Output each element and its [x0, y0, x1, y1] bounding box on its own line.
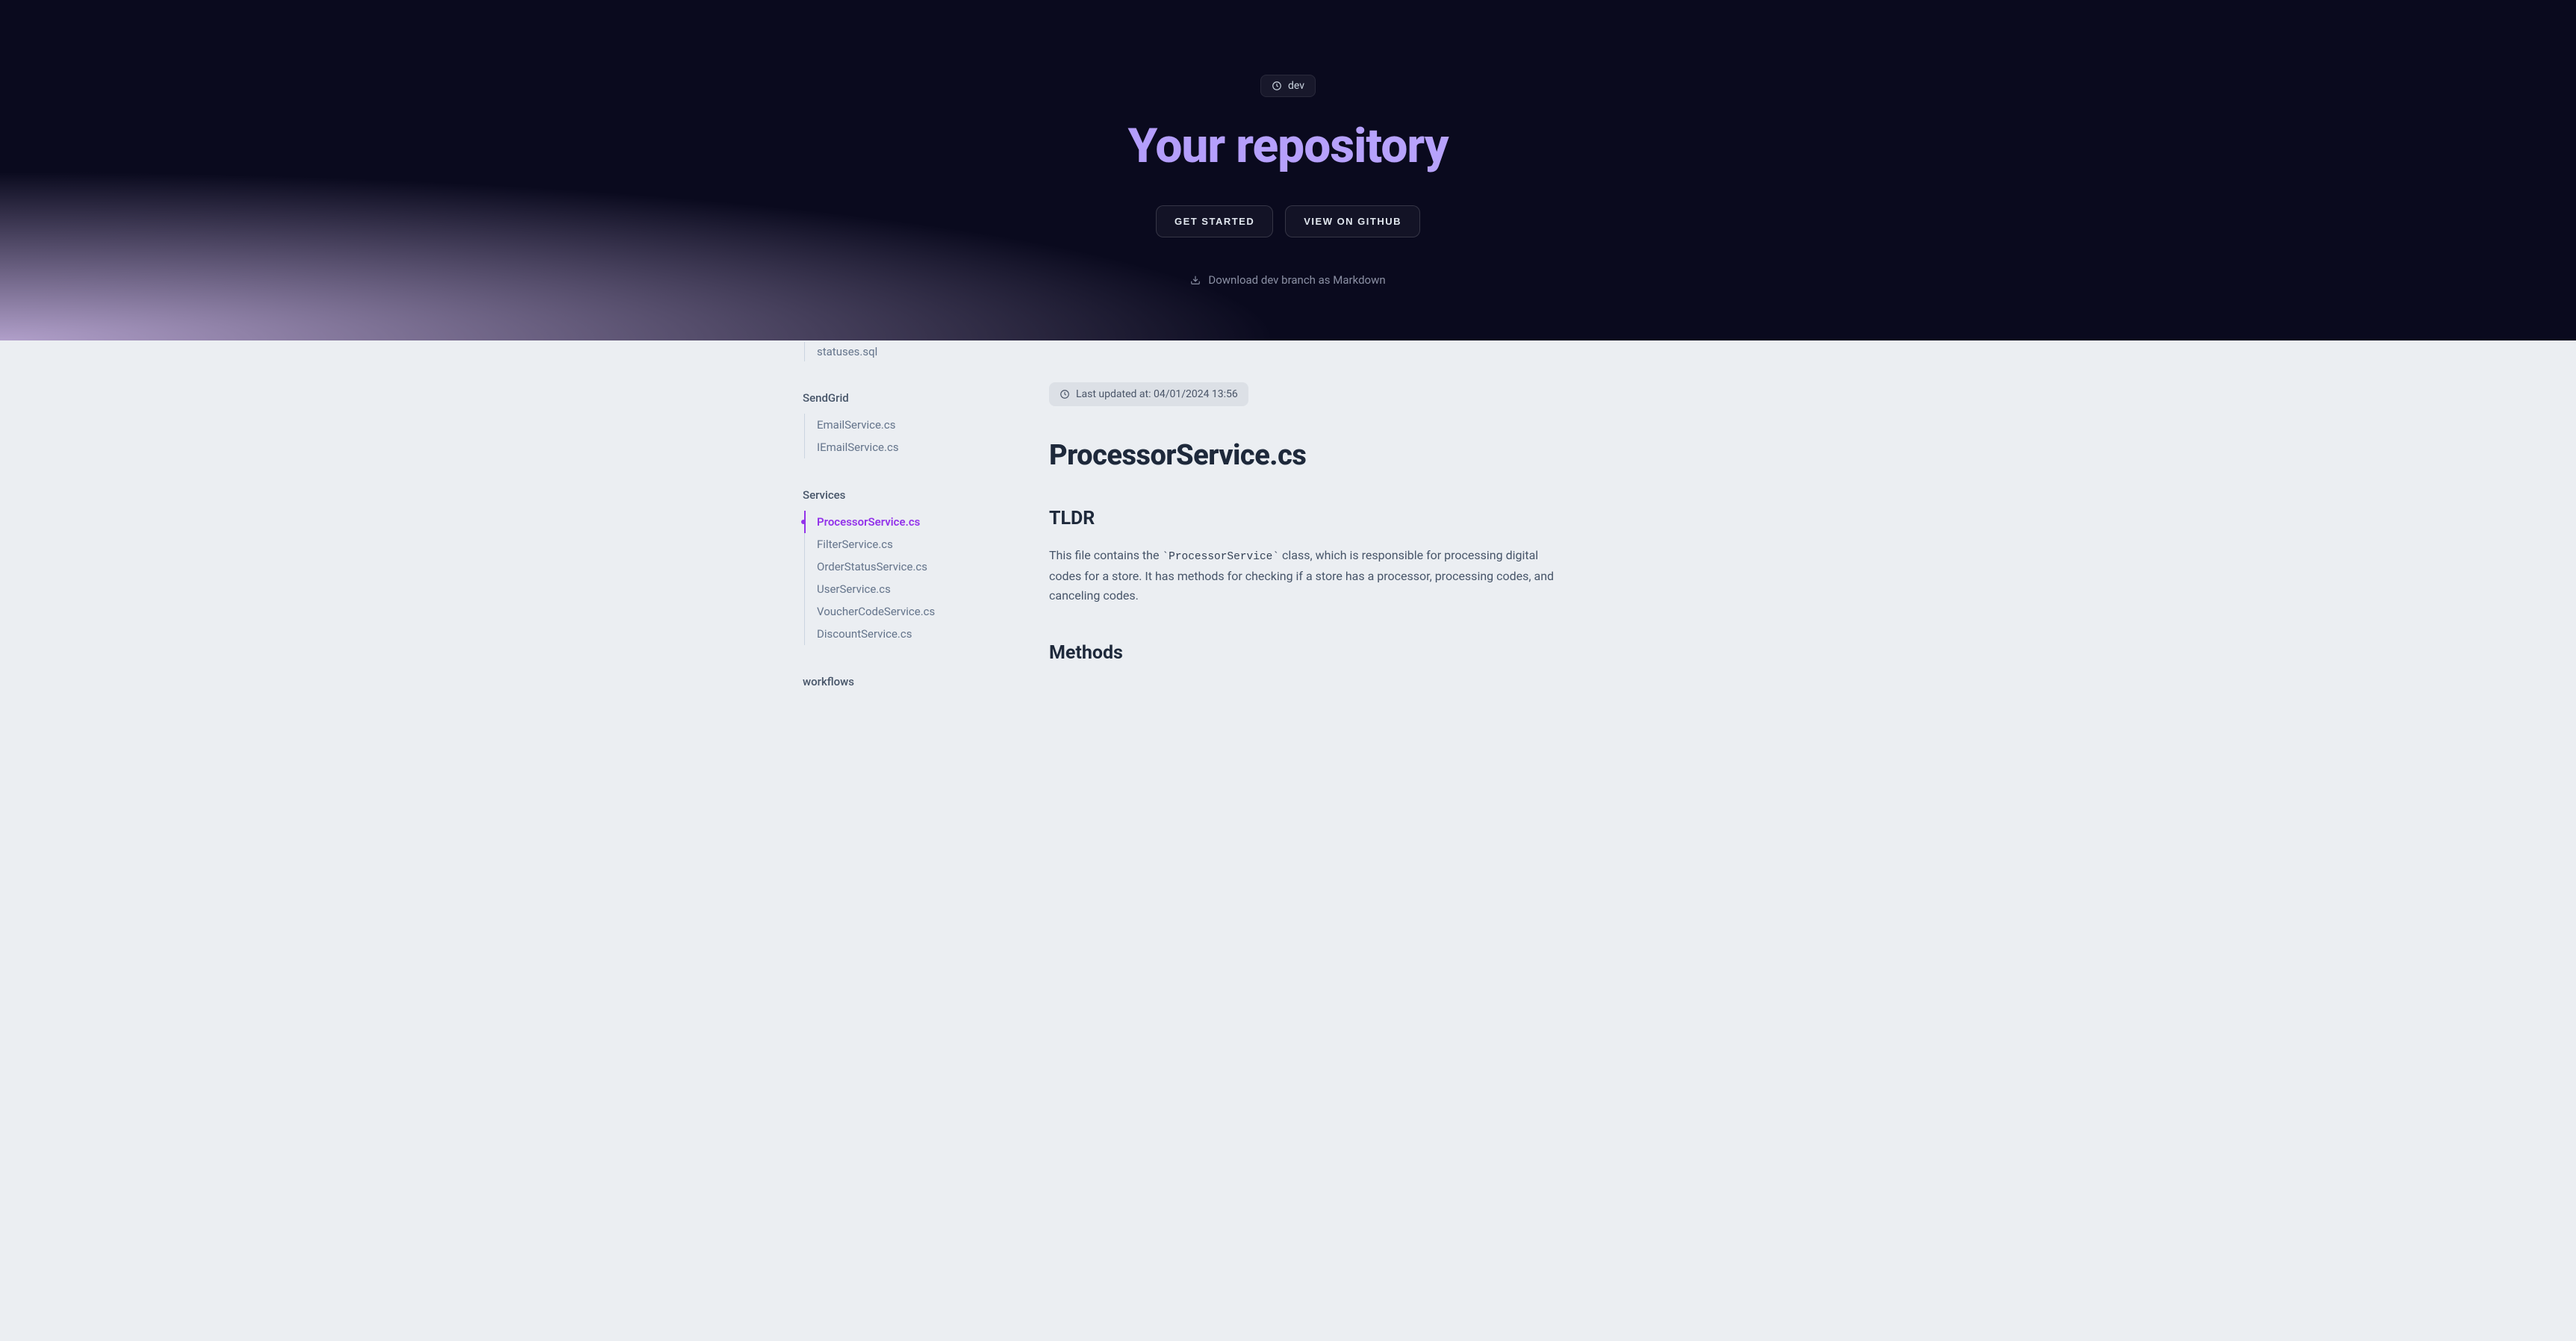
hero-buttons: GET STARTED VIEW ON GITHUB	[0, 205, 2576, 237]
sidebar-list: EmailService.cs IEmailService.cs	[804, 414, 1012, 458]
sidebar-item-filterservice[interactable]: FilterService.cs	[805, 533, 1012, 556]
sidebar-item-orderstatusservice[interactable]: OrderStatusService.cs	[805, 556, 1012, 578]
sidebar-item-emailservice[interactable]: EmailService.cs	[805, 414, 1012, 436]
download-icon	[1190, 275, 1201, 285]
branch-name: dev	[1288, 80, 1304, 92]
sidebar-list: ProcessorService.cs FilterService.cs Ord…	[804, 511, 1012, 645]
get-started-button[interactable]: GET STARTED	[1156, 205, 1273, 237]
clock-icon	[1060, 389, 1070, 399]
methods-heading: Methods	[1049, 642, 1557, 664]
sidebar-group-title[interactable]: Services	[803, 488, 1012, 502]
tldr-heading: TLDR	[1049, 508, 1557, 529]
sidebar-item-vouchercodeservice[interactable]: VoucherCodeService.cs	[805, 600, 1012, 623]
sidebar-group-sendgrid: SendGrid EmailService.cs IEmailService.c…	[803, 391, 1012, 458]
sidebar-item-processorservice[interactable]: ProcessorService.cs	[804, 511, 1012, 533]
sidebar-item-iemailservice[interactable]: IEmailService.cs	[805, 436, 1012, 458]
sidebar-group-title[interactable]: workflows	[803, 675, 1012, 688]
sidebar-item-statuses[interactable]: statuses.sql	[804, 342, 1012, 361]
sidebar: statuses.sql SendGrid EmailService.cs IE…	[803, 340, 1034, 710]
tldr-paragraph: This file contains the `ProcessorService…	[1049, 546, 1557, 606]
last-updated-text: Last updated at: 04/01/2024 13:56	[1076, 388, 1238, 400]
branch-badge: dev	[1260, 75, 1316, 97]
hero-section: dev Your repository GET STARTED VIEW ON …	[0, 0, 2576, 340]
sidebar-item-discountservice[interactable]: DiscountService.cs	[805, 623, 1012, 645]
download-text: Download dev branch as Markdown	[1208, 273, 1385, 287]
sidebar-group-workflows: workflows	[803, 675, 1012, 688]
sidebar-group-services: Services ProcessorService.cs FilterServi…	[803, 488, 1012, 645]
page-title: ProcessorService.cs	[1049, 439, 1557, 472]
view-github-button[interactable]: VIEW ON GITHUB	[1285, 205, 1420, 237]
tldr-text-before: This file contains the	[1049, 548, 1162, 562]
download-markdown-link[interactable]: Download dev branch as Markdown	[1190, 273, 1385, 287]
sidebar-item-userservice[interactable]: UserService.cs	[805, 578, 1012, 600]
sidebar-group-title[interactable]: SendGrid	[803, 391, 1012, 405]
history-icon	[1272, 81, 1282, 91]
last-updated-badge: Last updated at: 04/01/2024 13:56	[1049, 382, 1248, 406]
content-area: statuses.sql SendGrid EmailService.cs IE…	[773, 340, 1803, 710]
main-content: Last updated at: 04/01/2024 13:56 Proces…	[1034, 340, 1557, 710]
inline-code: `ProcessorService`	[1162, 551, 1279, 563]
hero-title: Your repository	[0, 118, 2576, 174]
